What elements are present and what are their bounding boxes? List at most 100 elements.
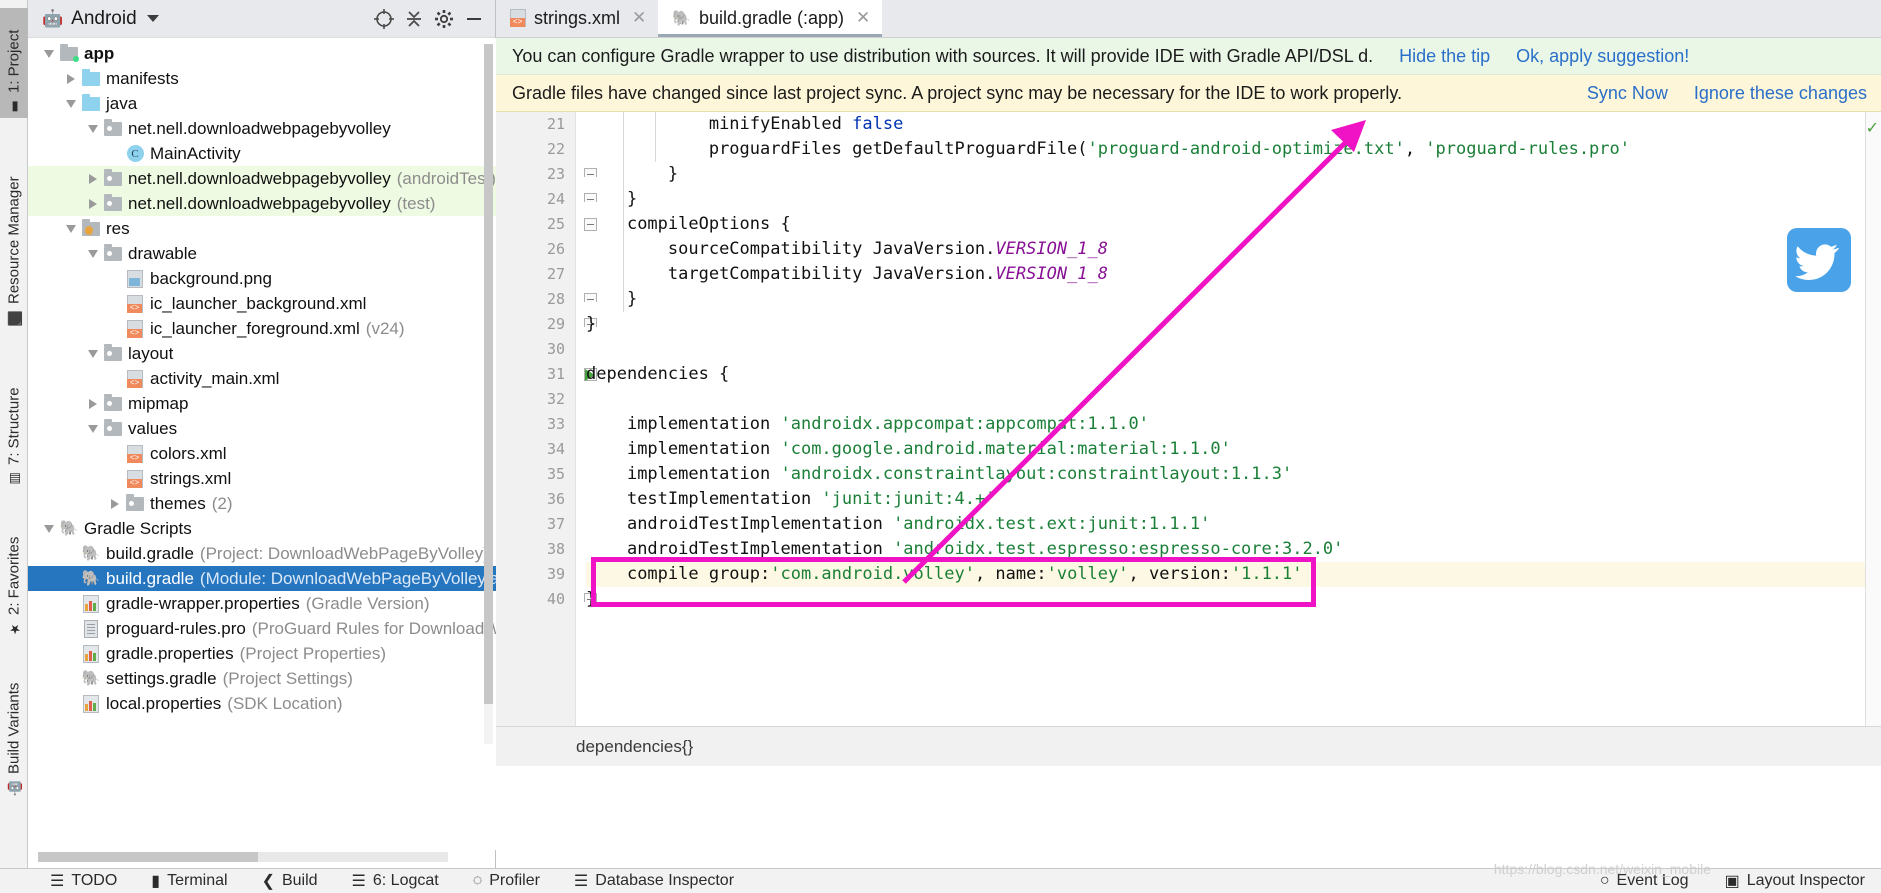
sidebar-item-resource-manager[interactable]: ⬛ Resource Manager bbox=[0, 140, 28, 330]
expand-arrow-icon[interactable] bbox=[84, 191, 102, 216]
tree-item[interactable]: values bbox=[28, 416, 496, 441]
expand-arrow-icon[interactable] bbox=[106, 491, 124, 516]
sidebar-item-build-variants[interactable]: 🤖 Build Variants bbox=[0, 650, 28, 800]
collapse-arrow-icon[interactable] bbox=[84, 416, 102, 441]
tree-horizontal-scrollbar[interactable] bbox=[38, 852, 448, 862]
line-number[interactable]: 35 bbox=[509, 462, 569, 487]
line-number[interactable]: 34 bbox=[509, 437, 569, 462]
editor-tab-build-gradle[interactable]: 🐘 build.gradle (:app) ✕ bbox=[658, 0, 883, 37]
line-number[interactable]: 36 bbox=[509, 487, 569, 512]
line-number[interactable]: 37 bbox=[509, 512, 569, 537]
tree-item[interactable]: 🐘 build.gradle (Module: DownloadWebPageByV… bbox=[28, 566, 496, 591]
line-number[interactable]: 24 bbox=[509, 187, 597, 212]
tree-item[interactable]: app bbox=[28, 41, 496, 66]
tree-item[interactable]: net.nell.downloadwebpagebyvolley (test) bbox=[28, 191, 496, 216]
chevron-down-icon[interactable] bbox=[146, 15, 159, 22]
tree-item[interactable]: <> activity_main.xml bbox=[28, 366, 496, 391]
code-line[interactable]: androidTestImplementation 'androidx.test… bbox=[586, 512, 1881, 537]
collapse-arrow-icon[interactable] bbox=[62, 91, 80, 116]
code-line[interactable]: testImplementation 'junit:junit:4.+' bbox=[586, 487, 1881, 512]
tree-item[interactable]: <> colors.xml bbox=[28, 441, 496, 466]
project-tree[interactable]: app manifests java net.nell.downloadwebpage… bbox=[28, 38, 496, 850]
tree-item[interactable]: background.png bbox=[28, 266, 496, 291]
collapse-arrow-icon[interactable] bbox=[62, 216, 80, 241]
sidebar-item-project[interactable]: ▮ 1: Project bbox=[0, 8, 28, 118]
code-line[interactable] bbox=[586, 337, 1881, 362]
tree-item[interactable]: C MainActivity bbox=[28, 141, 496, 166]
code-line[interactable]: targetCompatibility JavaVersion.VERSION_… bbox=[586, 262, 1881, 287]
gear-icon[interactable] bbox=[429, 4, 459, 34]
tree-item[interactable]: <> ic_launcher_background.xml bbox=[28, 291, 496, 316]
tree-item[interactable]: local.properties (SDK Location) bbox=[28, 691, 496, 716]
tree-item[interactable]: java bbox=[28, 91, 496, 116]
sidebar-item-structure[interactable]: ▤ 7: Structure bbox=[0, 350, 28, 490]
line-number[interactable]: 27 bbox=[509, 262, 569, 287]
code-line[interactable]: proguardFiles getDefaultProguardFile('pr… bbox=[586, 137, 1881, 162]
line-number[interactable]: 39 bbox=[509, 562, 569, 587]
tree-item[interactable]: gradle-wrapper.properties (Gradle Version… bbox=[28, 591, 496, 616]
tree-item[interactable]: net.nell.downloadwebpagebyvolley bbox=[28, 116, 496, 141]
code-line[interactable]: implementation 'com.google.android.mater… bbox=[586, 437, 1881, 462]
tree-item[interactable]: gradle.properties (Project Properties) bbox=[28, 641, 496, 666]
line-number[interactable]: 25 bbox=[509, 212, 597, 237]
code-line[interactable]: } bbox=[586, 162, 1881, 187]
minimize-icon[interactable] bbox=[459, 4, 489, 34]
bottom-tab-database-inspector[interactable]: ☰ Database Inspector bbox=[574, 871, 734, 891]
code-line[interactable] bbox=[586, 387, 1881, 412]
code-line[interactable]: } bbox=[586, 187, 1881, 212]
tree-item[interactable]: mipmap bbox=[28, 391, 496, 416]
line-number[interactable]: 30 bbox=[509, 337, 569, 362]
sidebar-item-favorites[interactable]: ★ 2: Favorites bbox=[0, 500, 28, 640]
code-line[interactable]: implementation 'androidx.constraintlayou… bbox=[586, 462, 1881, 487]
hide-the-tip-link[interactable]: Hide the tip bbox=[1399, 46, 1490, 67]
tree-item[interactable]: 🐘 settings.gradle (Project Settings) bbox=[28, 666, 496, 691]
line-number[interactable]: 40 bbox=[509, 587, 597, 612]
code-line[interactable]: compile group:'com.android.volley', name… bbox=[586, 562, 1881, 587]
code-line[interactable]: sourceCompatibility JavaVersion.VERSION_… bbox=[586, 237, 1881, 262]
tree-item[interactable]: layout bbox=[28, 341, 496, 366]
line-number[interactable]: 23 bbox=[509, 162, 597, 187]
tree-item[interactable]: <> ic_launcher_foreground.xml (v24) bbox=[28, 316, 496, 341]
collapse-arrow-icon[interactable] bbox=[84, 241, 102, 266]
collapse-arrow-icon[interactable] bbox=[40, 516, 58, 541]
line-number[interactable]: 38 bbox=[509, 537, 569, 562]
line-number[interactable]: 22 bbox=[509, 137, 569, 162]
code-line[interactable]: minifyEnabled false bbox=[586, 112, 1881, 137]
collapse-arrow-icon[interactable] bbox=[40, 41, 58, 66]
expand-arrow-icon[interactable] bbox=[84, 391, 102, 416]
tree-item[interactable]: <> strings.xml bbox=[28, 466, 496, 491]
bottom-tab-profiler[interactable]: ◌ Profiler bbox=[473, 872, 540, 890]
line-number-gutter[interactable]: 21 22 23 24 25 26 27 28 29 30 31 32 33 34 35 36 37 38 39 40 bbox=[496, 112, 597, 726]
tree-item[interactable]: drawable bbox=[28, 241, 496, 266]
tree-item[interactable]: res bbox=[28, 216, 496, 241]
breadcrumb[interactable]: dependencies{} bbox=[496, 726, 1881, 766]
project-view-selector-label[interactable]: Android bbox=[71, 8, 137, 30]
line-number[interactable]: 21 bbox=[509, 112, 569, 137]
close-icon[interactable]: ✕ bbox=[632, 8, 646, 28]
close-icon[interactable]: ✕ bbox=[856, 8, 870, 28]
target-icon[interactable] bbox=[369, 4, 399, 34]
ok-apply-suggestion-link[interactable]: Ok, apply suggestion! bbox=[1516, 46, 1689, 67]
tree-vertical-scrollbar[interactable] bbox=[484, 44, 493, 744]
bottom-tab-logcat[interactable]: ☰ 6: Logcat bbox=[352, 871, 439, 891]
tree-item[interactable]: 🐘 Gradle Scripts bbox=[28, 516, 496, 541]
collapse-all-icon[interactable] bbox=[399, 4, 429, 34]
line-number[interactable]: 29 bbox=[509, 312, 597, 337]
collapse-arrow-icon[interactable] bbox=[84, 341, 102, 366]
collapse-arrow-icon[interactable] bbox=[84, 116, 102, 141]
bottom-tab-build[interactable]: ❮ Build bbox=[262, 871, 318, 891]
code-line[interactable]: androidTestImplementation 'androidx.test… bbox=[586, 537, 1881, 562]
code-editor[interactable]: 21 22 23 24 25 26 27 28 29 30 31 32 33 34 35 36 37 38 39 40… bbox=[496, 112, 1881, 726]
line-number[interactable]: 32 bbox=[509, 387, 569, 412]
code-line[interactable]: } bbox=[586, 587, 1881, 612]
code-line[interactable]: dependencies { bbox=[586, 362, 1881, 387]
tree-item[interactable]: proguard-rules.pro (ProGuard Rules for Do… bbox=[28, 616, 496, 641]
ignore-these-changes-link[interactable]: Ignore these changes bbox=[1694, 83, 1867, 104]
editor-tab-strings-xml[interactable]: <> strings.xml ✕ bbox=[496, 0, 658, 37]
code-content[interactable]: minifyEnabled false proguardFiles getDef… bbox=[576, 112, 1881, 726]
editor-marker-rail[interactable]: ✓ bbox=[1865, 112, 1881, 726]
bottom-tab-layout-inspector[interactable]: ▣ Layout Inspector bbox=[1725, 871, 1865, 891]
tree-item[interactable]: themes (2) bbox=[28, 491, 496, 516]
bottom-tab-terminal[interactable]: ▮ Terminal bbox=[151, 871, 227, 891]
bottom-tab-todo[interactable]: ☰ TODO bbox=[50, 871, 117, 891]
